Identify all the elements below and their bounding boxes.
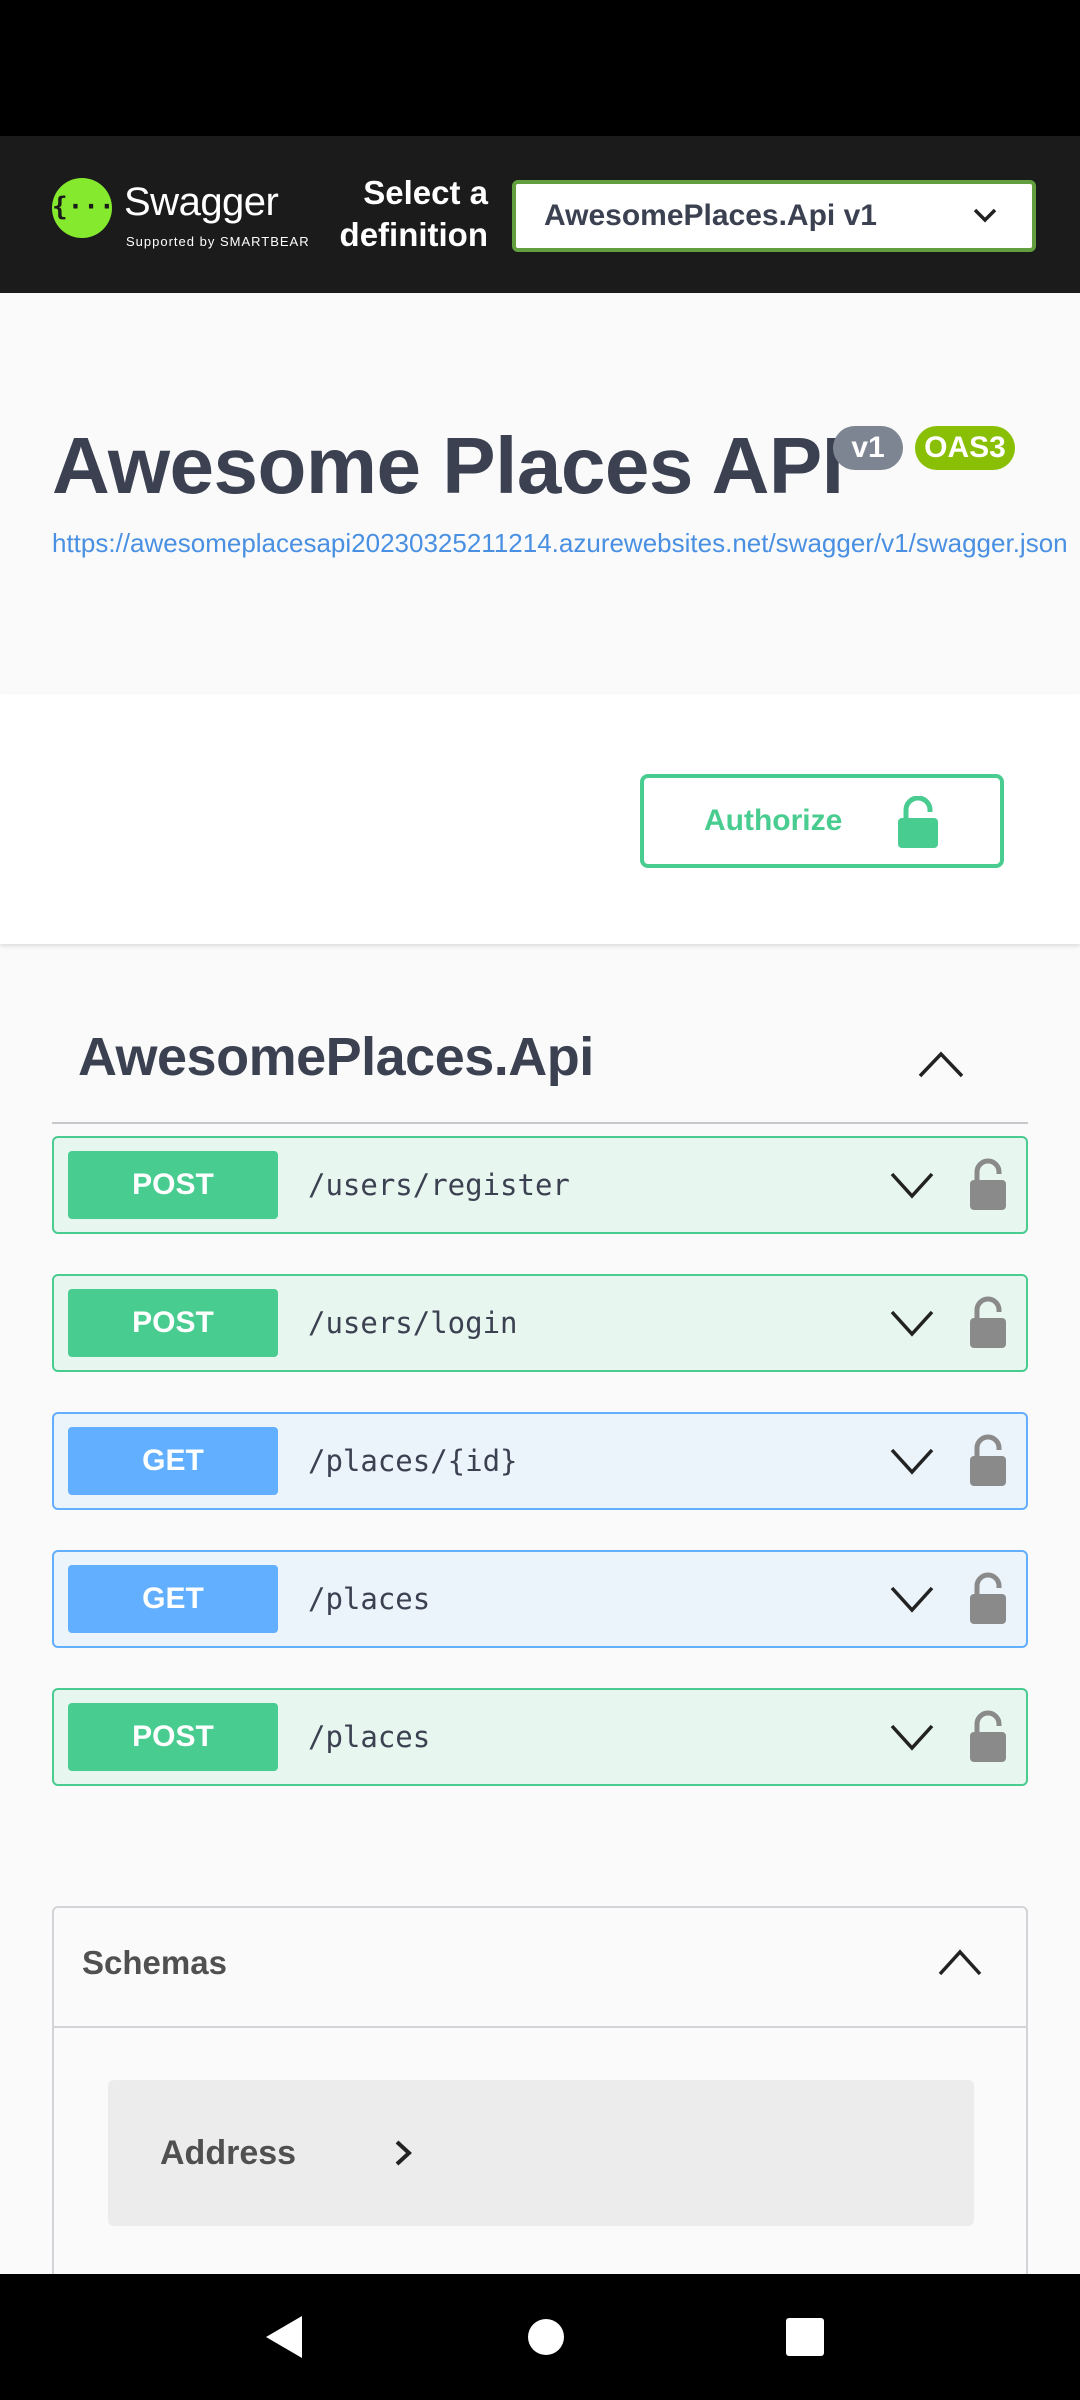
- method-badge: POST: [68, 1151, 278, 1219]
- method-badge: POST: [68, 1289, 278, 1357]
- status-bar: [0, 0, 1080, 136]
- method-badge: GET: [68, 1565, 278, 1633]
- chevron-up-icon[interactable]: [916, 1046, 966, 1082]
- oas-badge: OAS3: [915, 426, 1015, 470]
- chevron-down-icon[interactable]: [888, 1168, 936, 1202]
- nav-back-icon[interactable]: [264, 2314, 306, 2360]
- api-title: Awesome Places API: [52, 421, 844, 510]
- chevron-down-icon: [973, 208, 997, 223]
- nav-home-icon[interactable]: [526, 2314, 566, 2360]
- operation-post-users-register[interactable]: POST /users/register: [52, 1136, 1028, 1234]
- chevron-down-icon[interactable]: [888, 1306, 936, 1340]
- operation-path: /places: [308, 1720, 431, 1754]
- operation-post-places[interactable]: POST /places: [52, 1688, 1028, 1786]
- schemas-header[interactable]: Schemas: [54, 1908, 1026, 2028]
- operation-path: /places/{id}: [308, 1444, 518, 1478]
- tag-name: AwesomePlaces.Api: [78, 1027, 594, 1087]
- tag-section-header[interactable]: AwesomePlaces.Api: [52, 1018, 1028, 1124]
- lock-icon[interactable]: [968, 1434, 1008, 1486]
- method-badge: GET: [68, 1427, 278, 1495]
- chevron-right-icon: [395, 2140, 412, 2166]
- chevron-down-icon[interactable]: [888, 1582, 936, 1616]
- chevron-up-icon[interactable]: [936, 1946, 984, 1980]
- lock-icon[interactable]: [968, 1296, 1008, 1348]
- operation-path: /places: [308, 1582, 431, 1616]
- version-badge: v1: [833, 426, 903, 470]
- lock-icon[interactable]: [968, 1158, 1008, 1210]
- authorize-label: Authorize: [704, 804, 843, 837]
- operation-get-place-by-id[interactable]: GET /places/{id}: [52, 1412, 1028, 1510]
- select-definition-label: Select a definition: [339, 174, 488, 253]
- authorize-button[interactable]: Authorize: [640, 774, 1004, 868]
- chevron-down-icon[interactable]: [888, 1720, 936, 1754]
- schema-model-address[interactable]: Address: [108, 2080, 974, 2226]
- swagger-topbar: {···} Swagger Supported by SMARTBEAR Sel…: [0, 136, 1080, 293]
- schemas-title: Schemas: [82, 1944, 227, 1981]
- logo-subtitle: Supported by SMARTBEAR: [126, 234, 310, 249]
- operation-path: /users/register: [308, 1168, 570, 1202]
- selected-definition: AwesomePlaces.Api v1: [544, 199, 877, 232]
- chevron-down-icon[interactable]: [888, 1444, 936, 1478]
- definition-select[interactable]: AwesomePlaces.Api v1: [512, 180, 1036, 252]
- spec-url-link[interactable]: https://awesomeplacesapi20230325211214.a…: [52, 528, 1068, 559]
- lock-icon[interactable]: [968, 1572, 1008, 1624]
- operation-post-users-login[interactable]: POST /users/login: [52, 1274, 1028, 1372]
- swagger-logo-icon[interactable]: {···}: [52, 178, 130, 238]
- logo-text: Swagger: [124, 180, 279, 224]
- lock-icon[interactable]: [968, 1710, 1008, 1762]
- android-nav-bar: [0, 2274, 1080, 2400]
- model-name: Address: [160, 2134, 297, 2172]
- nav-recents-icon[interactable]: [784, 2314, 826, 2360]
- operation-get-places[interactable]: GET /places: [52, 1550, 1028, 1648]
- lock-icon: [898, 796, 938, 848]
- auth-section: Authorize: [0, 694, 1080, 944]
- method-badge: POST: [68, 1703, 278, 1771]
- operation-path: /users/login: [308, 1306, 518, 1340]
